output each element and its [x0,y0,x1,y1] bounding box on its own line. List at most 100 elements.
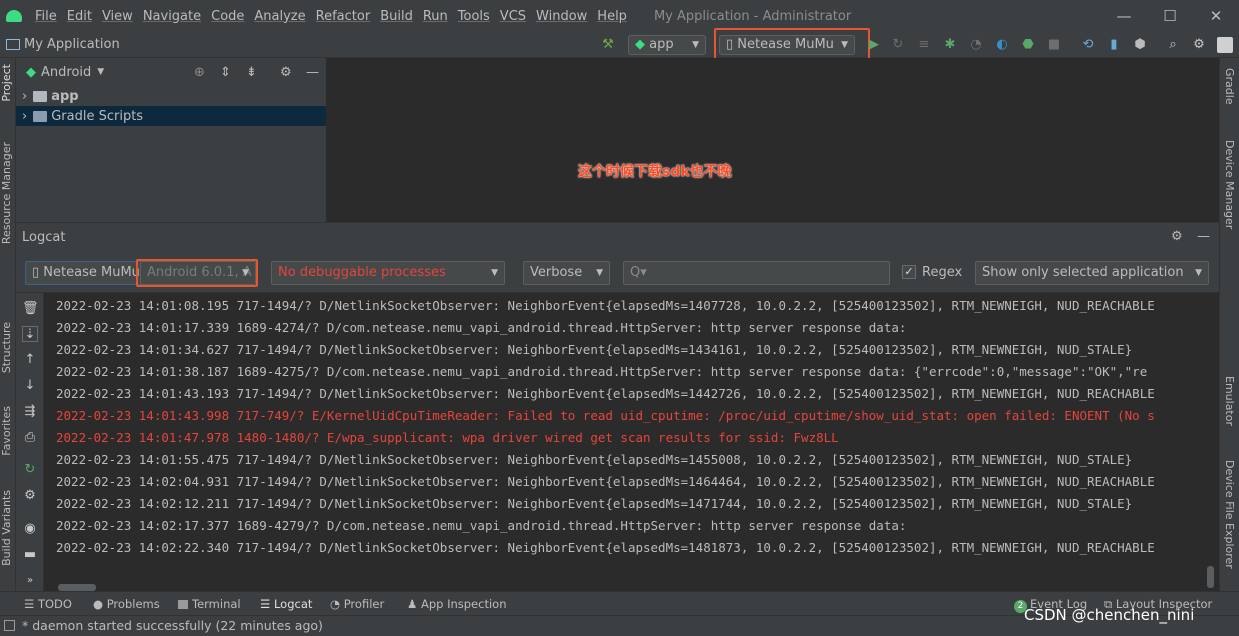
profile-icon[interactable]: ◔ [968,37,984,53]
menu-tools[interactable]: Tools [453,9,495,24]
menu-file[interactable]: File [30,9,62,24]
settings-gear-icon[interactable]: ⚙ [1191,37,1207,53]
screenshot-icon[interactable]: ◉ [22,521,38,537]
menu-analyze[interactable]: Analyze [249,9,310,24]
tab-terminal[interactable]: Terminal [178,597,241,611]
minimize-icon[interactable]: — [1101,0,1147,32]
tab-project[interactable]: Project [0,64,13,102]
gradle-icon [33,110,48,122]
run-config-select[interactable]: ◆ app ▼ [628,35,706,55]
log-line: 2022-02-23 14:02:17.377 1689-4279/? D/co… [56,518,907,533]
apply-code-changes-icon[interactable]: ≡ [916,37,932,53]
up-arrow-icon[interactable]: ↑ [22,352,38,368]
expand-all-icon[interactable]: ⇕ [220,65,231,80]
tab-app-inspection[interactable]: ♟ App Inspection [407,597,507,611]
tab-resource-manager[interactable]: Resource Manager [0,142,13,244]
soft-wrap-icon[interactable]: ⇶ [22,404,38,420]
chevron-down-icon[interactable]: ▼ [97,67,104,77]
logcat-filters: ▯ Netease MuMu Android 6.0.1, A ▼ No deb… [16,251,1219,293]
tab-device-manager[interactable]: Device Manager [1223,140,1236,229]
tab-problems[interactable]: ● Problems [93,597,160,611]
phone-icon: ▯ [32,265,40,280]
menu-code[interactable]: Code [206,9,249,24]
tab-todo[interactable]: ☰ TODO [24,597,72,611]
apply-changes-icon[interactable]: ↻ [890,37,906,53]
coverage-icon[interactable]: ⬣ [1020,37,1036,53]
menu-edit[interactable]: Edit [62,9,97,24]
terminal-icon [178,600,188,609]
sync-gradle-icon[interactable]: ⟲ [1080,37,1096,53]
menu-window[interactable]: Window [531,9,592,24]
build-hammer-icon[interactable]: ⚒ [600,37,616,53]
scroll-to-end-icon[interactable]: ⇣ [22,326,38,342]
left-tool-strip: Project Resource Manager Structure Favor… [0,58,16,591]
sdk-manager-icon[interactable]: ⬢ [1132,37,1148,53]
folder-icon [33,90,48,102]
device-manager-icon[interactable]: ▮ [1106,37,1122,53]
toggle-tool-windows-icon[interactable] [4,620,15,631]
debug-icon[interactable]: ✱ [942,37,958,53]
menu-vcs[interactable]: VCS [495,9,531,24]
restart-icon[interactable]: ↻ [22,462,38,478]
project-view-selector[interactable]: Android [41,65,91,80]
editor-area: 这个时候下载sdk也不晚 [326,58,1219,222]
collapse-all-icon[interactable]: ⇟ [246,65,257,80]
menu-view[interactable]: View [97,9,138,24]
logcat-device-select[interactable]: ▯ Netease MuMu [25,261,142,285]
vertical-scrollbar[interactable] [1207,566,1214,588]
project-name[interactable]: My Application [24,37,120,52]
project-panel-header: ◆ Android ▼ ⊕ ⇕ ⇟ ⚙ — [16,58,326,86]
menu-help[interactable]: Help [592,9,632,24]
stop-icon[interactable]: ■ [1046,37,1062,53]
tree-label: Gradle Scripts [51,108,144,124]
tree-item-gradle-scripts[interactable]: › Gradle Scripts [16,106,326,126]
close-icon[interactable]: ✕ [1193,0,1239,32]
search-icon: Q▾ [630,265,647,280]
menu-bar: File Edit View Navigate Code Analyze Ref… [0,0,1239,32]
tab-favorites[interactable]: Favorites [0,406,13,456]
tab-emulator[interactable]: Emulator [1223,376,1236,426]
tab-label: App Inspection [420,597,507,611]
menu-refactor[interactable]: Refactor [311,9,376,24]
settings-icon[interactable]: ⚙ [22,488,38,504]
logcat-output: 2022-02-23 14:01:08.195 717-1494/? D/Net… [44,294,1219,580]
logcat-process-select[interactable]: No debuggable processes ▼ [271,261,505,285]
menu-navigate[interactable]: Navigate [138,9,206,24]
attach-debugger-icon[interactable]: ◐ [994,37,1010,53]
tree-item-app[interactable]: › app [16,86,326,106]
run-icon[interactable]: ▶ [866,37,882,53]
log-line: 2022-02-23 14:01:43.193 717-1494/? D/Net… [56,386,1155,401]
print-icon[interactable]: ⎙ [22,430,38,446]
logcat-filter-select[interactable]: Show only selected application ▼ [975,261,1209,285]
horizontal-scrollbar[interactable] [58,584,96,591]
chevron-right-icon: › [22,108,28,124]
tab-gradle[interactable]: Gradle [1223,68,1236,105]
search-icon[interactable]: ⌕ [1165,37,1181,53]
maximize-icon[interactable]: ☐ [1147,0,1193,32]
gear-icon[interactable]: ⚙ [280,65,292,80]
menu-build[interactable]: Build [375,9,418,24]
avatar[interactable] [1217,37,1233,53]
tab-label: TODO [37,597,72,611]
menu-run[interactable]: Run [418,9,453,24]
tab-device-file-explorer[interactable]: Device File Explorer [1223,460,1236,569]
locate-icon[interactable]: ⊕ [194,65,205,80]
logcat-title: Logcat [22,230,66,245]
logcat-level-select[interactable]: Verbose ▼ [523,261,610,285]
gear-icon[interactable]: ⚙ [1171,229,1183,244]
hide-panel-icon[interactable]: — [306,65,319,80]
tab-profiler[interactable]: ◔ Profiler [330,597,384,611]
run-config-label: app [649,37,674,52]
tab-structure[interactable]: Structure [0,322,13,373]
regex-checkbox[interactable]: ✓ [902,265,916,279]
tab-logcat[interactable]: ☰ Logcat [260,597,312,611]
more-icon[interactable]: » [22,573,38,589]
screen-record-icon[interactable]: ▬ [22,547,38,563]
log-line: 2022-02-23 14:01:55.475 717-1494/? D/Net… [56,452,1133,467]
hide-panel-icon[interactable]: — [1197,229,1210,244]
logcat-search-input[interactable]: Q▾ [623,261,890,285]
clear-log-icon[interactable]: 🗑 [22,301,39,317]
down-arrow-icon[interactable]: ↓ [22,378,38,394]
log-line: 2022-02-23 14:02:12.211 717-1494/? D/Net… [56,496,1133,511]
tab-build-variants[interactable]: Build Variants [0,490,13,566]
